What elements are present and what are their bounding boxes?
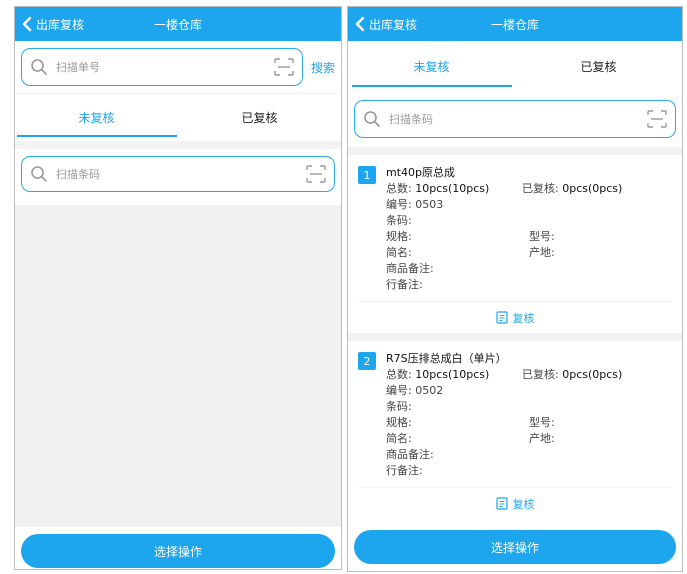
barcode-search-box	[21, 156, 335, 192]
goods-note-row: 商品备注:	[386, 448, 434, 461]
total-value: 10pcs(10pcs)	[415, 182, 490, 195]
list-item: 1 mt40p原总成 总数: 10pcs(10pcs) 已复核: 0pcs(0p…	[348, 155, 682, 333]
code-label: 编号:	[386, 198, 412, 211]
search-icon	[31, 59, 47, 75]
review-label: 复核	[512, 497, 535, 511]
active-tab-indicator	[351, 85, 512, 87]
total-value: 10pcs(10pcs)	[415, 368, 490, 381]
item-name: R7S压排总成白（单片）	[386, 352, 507, 365]
tab-unreviewed[interactable]: 未复核	[15, 94, 178, 141]
scan-icon[interactable]	[274, 58, 294, 76]
select-operation-button[interactable]: 选择操作	[21, 534, 335, 568]
document-icon	[495, 497, 508, 510]
goods-note-row: 商品备注:	[386, 262, 434, 275]
short-name-label: 简名:	[386, 432, 412, 445]
item-barcode-row: 条码:	[386, 214, 412, 227]
short-name-label: 简名:	[386, 246, 412, 259]
review-button[interactable]: 复核	[358, 487, 672, 519]
item-spec-row: 规格: 型号:	[386, 229, 672, 245]
item-details: R7S压排总成白（单片） 总数: 10pcs(10pcs) 已复核: 0pcs(…	[386, 351, 672, 479]
checked-label: 已复核:	[522, 182, 559, 195]
tab-label: 已复核	[580, 59, 617, 74]
back-button[interactable]: 出库复核	[348, 16, 417, 33]
barcode-search-box	[354, 100, 676, 138]
item-spec-row: 规格: 型号:	[386, 415, 672, 431]
item-quantity-row: 总数: 10pcs(10pcs) 已复核: 0pcs(0pcs)	[386, 367, 672, 383]
item-short-row: 简名: 产地:	[386, 245, 672, 261]
total-label: 总数:	[386, 368, 412, 381]
code-label: 编号:	[386, 384, 412, 397]
tab-reviewed[interactable]: 已复核	[178, 94, 341, 141]
tab-label: 未复核	[78, 111, 115, 125]
tab-label: 未复核	[413, 59, 450, 74]
item-short-row: 简名: 产地:	[386, 431, 672, 447]
scan-icon[interactable]	[306, 165, 326, 183]
spec-label: 规格:	[386, 230, 412, 243]
item-code-row: 编号: 0502	[386, 383, 672, 399]
checked-label: 已复核:	[522, 368, 559, 381]
spec-label: 规格:	[386, 416, 412, 429]
active-tab-indicator	[16, 135, 177, 137]
empty-list-area	[15, 205, 341, 527]
review-label: 复核	[512, 311, 535, 325]
chevron-left-icon	[355, 16, 365, 32]
item-barcode-row: 条码:	[386, 400, 412, 413]
barcode-search-bar	[348, 91, 682, 147]
item-name: mt40p原总成	[386, 166, 456, 179]
chevron-left-icon	[22, 16, 32, 32]
back-label: 出库复核	[36, 17, 85, 32]
list-item: 2 R7S压排总成白（单片） 总数: 10pcs(10pcs) 已复核: 0pc…	[348, 341, 682, 519]
list-divider	[348, 333, 682, 341]
barcode-search-bar	[15, 141, 341, 199]
total-label: 总数:	[386, 182, 412, 195]
origin-label: 产地:	[529, 432, 555, 445]
barcode-search-input[interactable]	[56, 167, 300, 181]
barcode-search-input[interactable]	[389, 112, 641, 126]
search-button[interactable]: 搜索	[311, 59, 335, 76]
checked-value: 0pcs(0pcs)	[562, 368, 623, 381]
review-tabs: 未复核 已复核	[15, 93, 341, 141]
line-note-row: 行备注:	[386, 278, 423, 291]
back-label: 出库复核	[369, 17, 418, 32]
code-value: 0502	[415, 384, 444, 397]
order-search-box	[21, 48, 303, 86]
search-icon	[31, 166, 47, 182]
order-search-bar: 搜索	[15, 41, 341, 93]
order-search-input[interactable]	[56, 60, 268, 74]
scan-icon[interactable]	[647, 110, 667, 128]
document-icon	[495, 311, 508, 324]
model-label: 型号:	[529, 416, 555, 429]
right-screen: 出库复核 一楼仓库 未复核 已复核 1 mt40p原总成	[347, 6, 683, 572]
app-header: 出库复核 一楼仓库	[348, 7, 682, 41]
item-code-row: 编号: 0503	[386, 197, 672, 213]
app-header: 出库复核 一楼仓库	[15, 7, 341, 41]
model-label: 型号:	[529, 230, 555, 243]
tab-reviewed[interactable]: 已复核	[515, 41, 682, 91]
select-operation-button[interactable]: 选择操作	[354, 530, 676, 564]
checked-value: 0pcs(0pcs)	[562, 182, 623, 195]
code-value: 0503	[415, 198, 444, 211]
item-quantity-row: 总数: 10pcs(10pcs) 已复核: 0pcs(0pcs)	[386, 181, 672, 197]
item-details: mt40p原总成 总数: 10pcs(10pcs) 已复核: 0pcs(0pcs…	[386, 165, 672, 293]
origin-label: 产地:	[529, 246, 555, 259]
review-button[interactable]: 复核	[358, 301, 672, 333]
list-divider	[348, 147, 682, 155]
tab-label: 已复核	[241, 111, 278, 125]
screenshot-stage: 出库复核 一楼仓库 搜索 未复核 已复核	[0, 0, 687, 574]
item-index-badge: 1	[358, 166, 376, 184]
back-button[interactable]: 出库复核	[15, 16, 84, 33]
review-tabs: 未复核 已复核	[348, 41, 682, 91]
tab-unreviewed[interactable]: 未复核	[348, 41, 515, 91]
left-screen: 出库复核 一楼仓库 搜索 未复核 已复核	[14, 6, 342, 570]
item-index-badge: 2	[358, 352, 376, 370]
search-icon	[364, 111, 380, 127]
line-note-row: 行备注:	[386, 464, 423, 477]
